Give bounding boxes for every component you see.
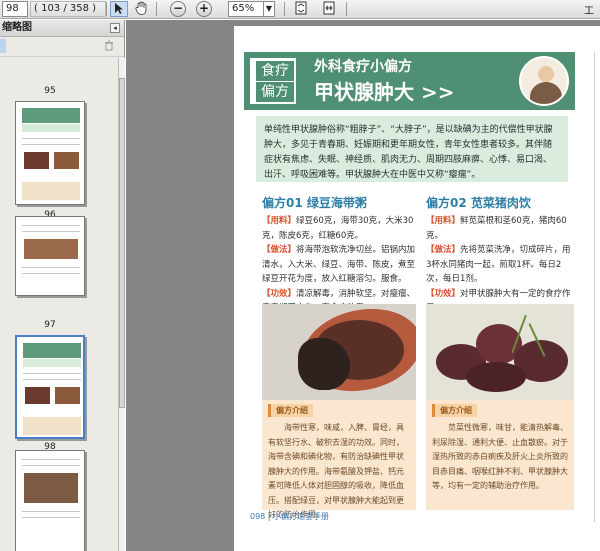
document-viewer[interactable]: 食疗 偏方 外科食疗小偏方 甲状腺肿大 >> 单纯性甲状腺肿俗称“粗脖子”、“大… [126, 20, 600, 551]
note-heading: 偏方介绍 [432, 404, 477, 417]
effect-tag: 【功效】 [426, 288, 461, 299]
thumbnail-panel: 缩略图 ◂ 95 96 97 98 [0, 20, 125, 551]
thumbnail-line [23, 373, 81, 374]
thumbnail-image [25, 387, 50, 404]
method-tag: 【做法】 [262, 245, 297, 255]
title-banner: 食疗 偏方 外科食疗小偏方 甲状腺肿大 >> [244, 52, 575, 110]
thumbnail-note [22, 182, 80, 200]
recipe-title: 偏方02 苋菜猪肉饮 [426, 196, 531, 210]
zoom-level-select[interactable]: 65% [228, 1, 264, 17]
fit-width-icon[interactable] [320, 1, 338, 17]
thumbnail-line [22, 267, 80, 268]
select-tool-icon[interactable] [110, 1, 128, 17]
toolbar-divider [156, 2, 157, 16]
portrait-illustration [519, 56, 569, 106]
photo-leaf [466, 362, 526, 392]
trash-icon[interactable] [104, 40, 114, 54]
page-number-input[interactable]: 98 [2, 1, 28, 17]
thumbnail-toolbar [0, 37, 124, 57]
hand-tool-icon[interactable] [132, 1, 150, 17]
thumbnail-panel-header: 缩略图 ◂ [0, 20, 124, 37]
thumbnail-line [22, 273, 80, 274]
recipe-text: 【用料】鲜苋菜根和茎60克，猪肉60克。 【做法】先将苋菜洗净，切成碎片，用3杯… [426, 214, 574, 316]
thumbnail-options[interactable] [0, 39, 6, 53]
thumbnail-banner [23, 343, 81, 358]
thumbnail-line [23, 379, 81, 380]
thumbnail-intro [22, 124, 80, 132]
ingredients-tag: 【用料】 [426, 216, 461, 226]
page-edge-line [594, 52, 595, 522]
badge-bottom: 偏方 [256, 82, 294, 102]
page-footer: 098 | 小偏方速查手册 [250, 512, 330, 521]
thumbnail-line [22, 465, 80, 466]
badge-top: 食疗 [256, 61, 294, 81]
thumbnail-line [22, 517, 80, 518]
page-count-label: ( 103 / 358 ) [30, 1, 106, 17]
document-page: 食疗 偏方 外科食疗小偏方 甲状腺肿大 >> 单纯性甲状腺肿俗称“粗脖子”、“大… [234, 26, 600, 551]
portrait-face [538, 66, 554, 82]
toolbar-divider [284, 2, 285, 16]
recipe-text: 【用料】绿豆60克，海带30克，大米30克，陈皮6克，红糖60克。 【做法】将海… [262, 214, 416, 316]
toolbar: 98 ( 103 / 358 ) − + 65% ▼ 工 [0, 0, 600, 19]
recipe-note: 偏方介绍 苋菜性微寒，味甘，能清热解毒、利尿除湿、通利大便、止血散瘀。对于湿热所… [426, 400, 574, 510]
thumbnail-image [24, 473, 78, 503]
thumbnail-panel-title: 缩略图 [2, 22, 32, 33]
note-text: 海带性寒，味咸，入脾、胃经，具有软坚行水、破积去湿的功效。同时，海带含碘和碘化物… [268, 423, 404, 519]
note-text: 苋菜性微寒，味甘，能清热解毒、利尿除湿、通利大便、止血散瘀。对于湿热所致的赤白痢… [432, 423, 568, 490]
thumbnail-page[interactable] [15, 450, 85, 551]
collapse-panel-icon[interactable]: ◂ [110, 23, 120, 33]
effect-tag: 【功效】 [262, 288, 297, 299]
dropdown-icon[interactable]: ▼ [263, 1, 275, 17]
thumbnail-image [54, 152, 79, 169]
toolbar-divider [346, 2, 347, 16]
kelp-porridge-photo [262, 304, 416, 400]
thumbnail-line [22, 231, 80, 232]
thumbnail-label: 97 [44, 320, 56, 330]
portrait-robe [530, 82, 562, 104]
recipe-title: 偏方01 绿豆海带粥 [262, 196, 367, 210]
thumbnail-page-current[interactable] [15, 335, 85, 439]
thumbnail-note [23, 417, 81, 435]
zoom-in-icon[interactable]: + [196, 1, 212, 17]
ingredients-tag: 【用料】 [262, 216, 297, 226]
thumbnail-page[interactable] [15, 101, 85, 205]
thumbnail-line [22, 144, 80, 145]
fit-page-icon[interactable] [292, 1, 310, 17]
thumbnail-list: 95 96 97 98 [0, 58, 118, 551]
toolbar-right-label[interactable]: 工 [584, 2, 594, 17]
thumbnail-line [22, 511, 80, 512]
scrollbar-thumb[interactable] [119, 78, 125, 408]
recipe-note: 偏方介绍 海带性寒，味咸，入脾、胃经，具有软坚行水、破积去湿的功效。同时，海带含… [262, 400, 416, 519]
thumbnail-scrollbar[interactable] [118, 58, 125, 551]
thumbnail-label: 95 [44, 86, 56, 96]
note-heading: 偏方介绍 [268, 404, 313, 417]
thumbnail-line [22, 225, 80, 226]
thumbnail-image [55, 387, 80, 404]
banner-title: 甲状腺肿大 >> [314, 80, 455, 104]
thumbnail-banner [22, 108, 80, 123]
thumbnail-intro [23, 359, 81, 367]
method-tag: 【做法】 [426, 245, 461, 255]
thumbnail-page[interactable] [15, 216, 85, 296]
intro-paragraph: 单纯性甲状腺肿俗称“粗脖子”、“大脖子”，是以缺碘为主的代偿性甲状腺肿大，多见于… [256, 116, 568, 182]
thumbnail-line [22, 459, 80, 460]
zoom-out-icon[interactable]: − [170, 1, 186, 17]
thumbnail-image [24, 152, 49, 169]
banner-subtitle: 外科食疗小偏方 [314, 59, 412, 75]
thumbnail-line [22, 138, 80, 139]
toolbar-divider [106, 2, 107, 16]
badge: 食疗 偏方 [248, 56, 298, 106]
thumbnail-image [24, 239, 78, 259]
amaranth-pork-photo [426, 304, 574, 400]
